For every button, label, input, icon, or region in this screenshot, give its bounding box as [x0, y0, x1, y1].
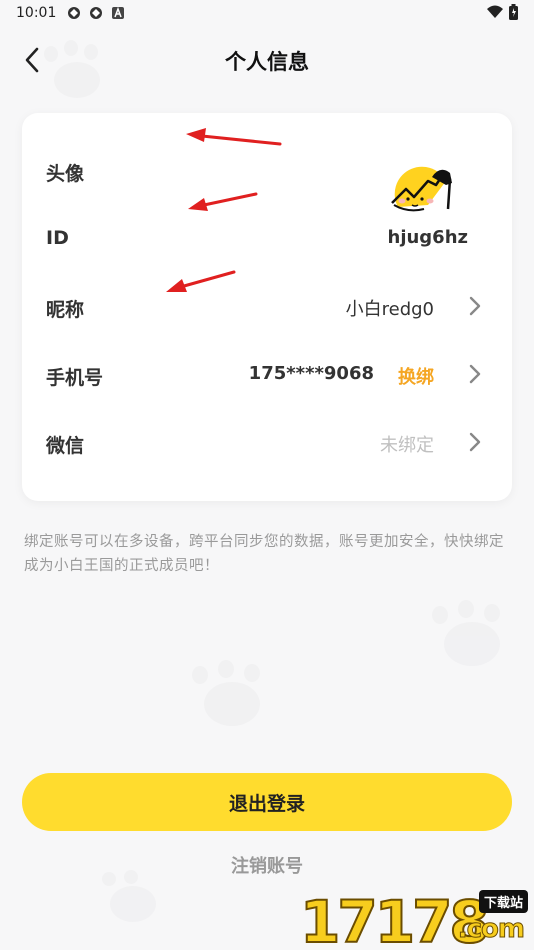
a-icon [112, 6, 124, 19]
annotation-arrow [166, 270, 236, 292]
site-watermark: 17178 下载站 .com [299, 887, 530, 950]
row-wechat[interactable]: 微信 未绑定 [22, 409, 512, 477]
nav-bar: 个人信息 [0, 30, 534, 90]
row-id: ID hjug6hz [22, 205, 512, 273]
wechat-label: 微信 [46, 435, 85, 457]
rebind-phone-link[interactable]: 换绑 [398, 363, 434, 389]
phone-value: 175****9068 [248, 363, 374, 384]
bind-account-note: 绑定账号可以在多设备，跨平台同步您的数据，账号更加安全，快快绑定成为小白王国的正… [24, 534, 504, 574]
annotation-arrow [188, 192, 258, 211]
status-icons-right [487, 4, 518, 20]
annotation-arrow [186, 128, 282, 146]
id-label: ID [46, 227, 69, 249]
profile-card: 头像 ID hjug6hz 昵称 小白redg0 手机号 175****9068… [22, 113, 512, 501]
app-icon [90, 7, 102, 19]
nickname-label: 昵称 [46, 299, 85, 321]
phone-label: 手机号 [46, 367, 104, 389]
avatar-label: 头像 [46, 163, 85, 185]
id-value: hjug6hz [387, 227, 469, 248]
wechat-value: 未绑定 [380, 435, 434, 456]
nickname-value: 小白redg0 [345, 299, 434, 320]
chevron-right-icon [469, 296, 481, 316]
chevron-right-icon [469, 432, 481, 452]
app-icon [68, 7, 80, 19]
wifi-icon [487, 5, 503, 18]
watermark-suffix: .com [457, 914, 525, 945]
chevron-right-icon [469, 364, 481, 384]
row-nickname[interactable]: 昵称 小白redg0 [22, 273, 512, 341]
watermark-badge: 下载站 [478, 890, 528, 913]
row-phone[interactable]: 手机号 175****9068 换绑 [22, 341, 512, 409]
status-icons-left [67, 6, 125, 20]
page-title: 个人信息 [225, 50, 309, 74]
logout-button[interactable]: 退出登录 [22, 773, 512, 831]
status-bar: 10:01 [0, 0, 534, 28]
cancel-account-link[interactable]: 注销账号 [0, 852, 534, 878]
status-time: 10:01 [16, 5, 57, 21]
battery-icon [509, 4, 518, 20]
